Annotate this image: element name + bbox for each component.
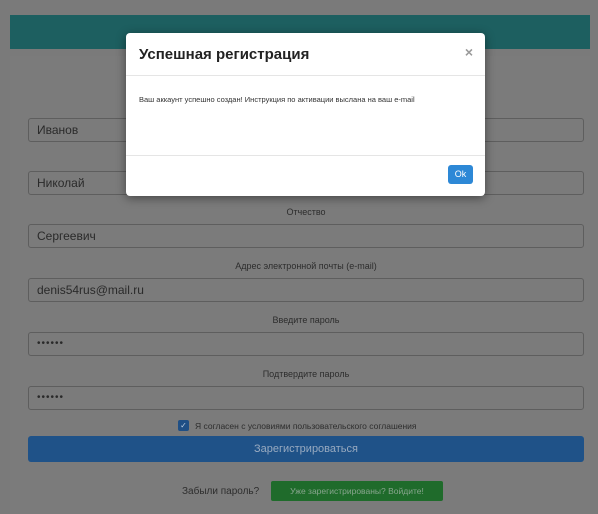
ok-button[interactable]: Ok: [448, 165, 473, 184]
confirm-password-label: Подтвердите пароль: [262, 369, 350, 379]
email-input[interactable]: denis54rus@mail.ru: [28, 278, 584, 302]
email-label: Адрес электронной почты (e-mail): [235, 261, 377, 271]
modal-title: Успешная регистрация: [139, 46, 310, 63]
modal-message: Ваш аккаунт успешно создан! Инструкция п…: [126, 76, 485, 156]
password-input[interactable]: ••••••: [28, 332, 584, 356]
forgot-password-link[interactable]: Забыли пароль?: [182, 486, 259, 497]
patronymic-input[interactable]: Сергеевич: [28, 224, 584, 248]
modal-header: Успешная регистрация ×: [126, 33, 485, 76]
close-icon[interactable]: ×: [465, 44, 473, 60]
agreement-checkbox[interactable]: ✓: [178, 420, 189, 431]
success-modal: Успешная регистрация × Ваш аккаунт успеш…: [126, 33, 485, 196]
password-label: Введите пароль: [272, 315, 340, 325]
login-button[interactable]: Уже зарегистрированы? Войдите!: [271, 481, 443, 501]
register-button[interactable]: Зарегистрироваться: [28, 436, 584, 462]
agreement-label: Я согласен с условиями пользовательского…: [195, 420, 417, 431]
patronymic-label: Отчество: [286, 207, 326, 217]
agreement-row: ✓ Я согласен с условиями пользовательско…: [178, 420, 417, 431]
confirm-password-input[interactable]: ••••••: [28, 386, 584, 410]
